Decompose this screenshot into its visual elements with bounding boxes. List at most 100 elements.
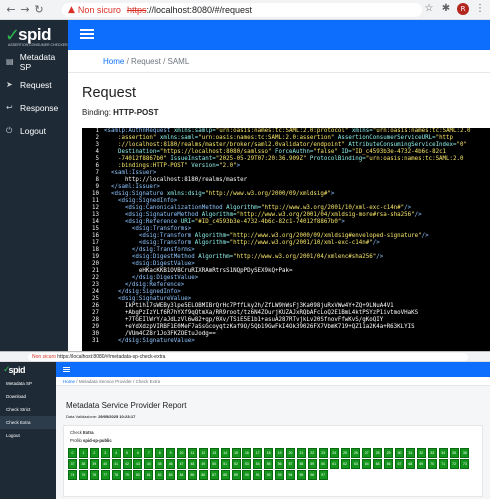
test-result-cell[interactable]: 59 xyxy=(307,459,317,469)
test-result-cell[interactable]: 34 xyxy=(438,448,448,458)
test-result-cell[interactable]: 40 xyxy=(100,459,110,469)
test-result-cell[interactable]: 90 xyxy=(242,470,252,480)
test-result-cell[interactable]: 72 xyxy=(449,459,459,469)
forward-icon[interactable]: → xyxy=(18,3,32,17)
test-result-cell[interactable]: 43 xyxy=(133,459,143,469)
test-result-cell[interactable]: 51 xyxy=(220,459,230,469)
test-result-cell[interactable]: 27 xyxy=(362,448,372,458)
test-result-cell[interactable]: 60 xyxy=(318,459,328,469)
hamburger-menu-icon[interactable] xyxy=(80,27,94,41)
test-result-cell[interactable]: 70 xyxy=(427,459,437,469)
test-result-cell[interactable]: 48 xyxy=(187,459,197,469)
back-icon[interactable]: ← xyxy=(4,3,18,17)
test-result-cell[interactable]: 41 xyxy=(111,459,121,469)
test-result-cell[interactable]: 11 xyxy=(187,448,197,458)
sidebar-item-check-strict[interactable]: Check Strict xyxy=(0,403,56,416)
sidebar-item-download[interactable]: Download xyxy=(0,390,56,403)
breadcrumb-home-link[interactable]: Home xyxy=(103,57,124,66)
test-result-cell[interactable]: 9 xyxy=(166,448,176,458)
address-bar[interactable]: ▲ Non sicuro https://localhost:8080/#/re… xyxy=(62,3,422,17)
test-result-cell[interactable]: 46 xyxy=(166,459,176,469)
test-result-cell[interactable]: 3 xyxy=(100,448,110,458)
test-result-cell[interactable]: 68 xyxy=(405,459,415,469)
test-result-cell[interactable]: 50 xyxy=(209,459,219,469)
test-result-cell[interactable]: 35 xyxy=(449,448,459,458)
sidebar-item-logout[interactable]: ⏻ Logout xyxy=(0,119,68,142)
test-result-cell[interactable]: 24 xyxy=(329,448,339,458)
test-result-cell[interactable]: 29 xyxy=(384,448,394,458)
test-result-cell[interactable]: 66 xyxy=(384,459,394,469)
test-result-cell[interactable]: 0 xyxy=(68,448,77,458)
test-result-cell[interactable]: 28 xyxy=(373,448,383,458)
test-result-cell[interactable]: 21 xyxy=(296,448,306,458)
test-result-cell[interactable]: 65 xyxy=(373,459,383,469)
saml-code-viewer[interactable]: 1 <samlp:AuthnRequest xmlns:samlp="urn:oa… xyxy=(82,128,490,351)
test-result-cell[interactable]: 57 xyxy=(286,459,295,469)
test-result-cell[interactable]: 85 xyxy=(187,470,197,480)
menu-dots-icon[interactable]: ⋮ xyxy=(474,3,486,15)
test-result-cell[interactable]: 5 xyxy=(122,448,132,458)
test-result-cell[interactable]: 84 xyxy=(177,470,186,480)
test-result-cell[interactable]: 53 xyxy=(242,459,252,469)
test-result-cell[interactable]: 69 xyxy=(416,459,426,469)
test-result-cell[interactable]: 17 xyxy=(253,448,263,458)
test-result-cell[interactable]: 13 xyxy=(209,448,219,458)
test-result-cell[interactable]: 39 xyxy=(89,459,99,469)
test-result-cell[interactable]: 52 xyxy=(231,459,241,469)
test-result-cell[interactable]: 14 xyxy=(220,448,230,458)
test-result-cell[interactable]: 16 xyxy=(242,448,252,458)
sidebar-item-metadata-sp[interactable]: ▤ Metadata SP xyxy=(0,50,68,73)
test-result-cell[interactable]: 83 xyxy=(166,470,176,480)
test-result-cell[interactable]: 10 xyxy=(177,448,186,458)
test-result-cell[interactable]: 88 xyxy=(220,470,230,480)
test-result-cell[interactable]: 64 xyxy=(362,459,372,469)
test-result-cell[interactable]: 32 xyxy=(416,448,426,458)
test-result-cell[interactable]: 55 xyxy=(264,459,274,469)
test-result-cell[interactable]: 1 xyxy=(78,448,88,458)
test-result-cell[interactable]: 12 xyxy=(198,448,208,458)
test-result-cell[interactable]: 63 xyxy=(351,459,361,469)
test-result-cell[interactable]: 42 xyxy=(122,459,132,469)
test-result-cell[interactable]: 77 xyxy=(100,470,110,480)
test-result-cell[interactable]: 18 xyxy=(264,448,274,458)
test-result-cell[interactable]: 94 xyxy=(286,470,295,480)
profile-avatar[interactable]: R xyxy=(457,3,469,15)
test-result-cell[interactable]: 56 xyxy=(275,459,285,469)
test-result-cell[interactable]: 31 xyxy=(405,448,415,458)
test-result-cell[interactable]: 22 xyxy=(307,448,317,458)
test-result-cell[interactable]: 49 xyxy=(198,459,208,469)
test-result-cell[interactable]: 76 xyxy=(89,470,99,480)
sidebar-item-metadata-sp[interactable]: Metadata SP xyxy=(0,377,56,390)
test-result-cell[interactable]: 58 xyxy=(296,459,306,469)
test-result-cell[interactable]: 23 xyxy=(318,448,328,458)
test-result-cell[interactable]: 30 xyxy=(395,448,404,458)
test-result-cell[interactable]: 61 xyxy=(329,459,339,469)
test-result-cell[interactable]: 95 xyxy=(296,470,306,480)
test-result-cell[interactable]: 73 xyxy=(460,459,470,469)
test-result-cell[interactable]: 67 xyxy=(395,459,404,469)
hamburger-menu-icon[interactable] xyxy=(63,366,70,373)
test-result-cell[interactable]: 71 xyxy=(438,459,448,469)
test-result-cell[interactable]: 80 xyxy=(133,470,143,480)
test-result-cell[interactable]: 87 xyxy=(209,470,219,480)
test-result-cell[interactable]: 96 xyxy=(307,470,317,480)
sidebar-item-request[interactable]: ➤ Request xyxy=(0,73,68,96)
test-result-cell[interactable]: 7 xyxy=(144,448,154,458)
breadcrumb-home-link[interactable]: Home xyxy=(63,379,75,384)
test-result-cell[interactable]: 62 xyxy=(340,459,350,469)
test-result-cell[interactable]: 91 xyxy=(253,470,263,480)
test-result-cell[interactable]: 2 xyxy=(89,448,99,458)
test-result-cell[interactable]: 86 xyxy=(198,470,208,480)
sidebar-item-response[interactable]: ↩ Response xyxy=(0,96,68,119)
test-result-cell[interactable]: 38 xyxy=(78,459,88,469)
sidebar-item-check-extra[interactable]: Check Extra xyxy=(0,416,56,429)
test-result-cell[interactable]: 33 xyxy=(427,448,437,458)
test-result-cell[interactable]: 6 xyxy=(133,448,143,458)
test-result-cell[interactable]: 79 xyxy=(122,470,132,480)
test-result-cell[interactable]: 74 xyxy=(68,470,77,480)
address-bar[interactable]: Non sicuro https://localhost:8080/#/meta… xyxy=(28,353,468,361)
test-result-cell[interactable]: 92 xyxy=(264,470,274,480)
reload-icon[interactable]: ↻ xyxy=(32,3,46,17)
test-result-cell[interactable]: 37 xyxy=(68,459,77,469)
test-result-cell[interactable]: 4 xyxy=(111,448,121,458)
